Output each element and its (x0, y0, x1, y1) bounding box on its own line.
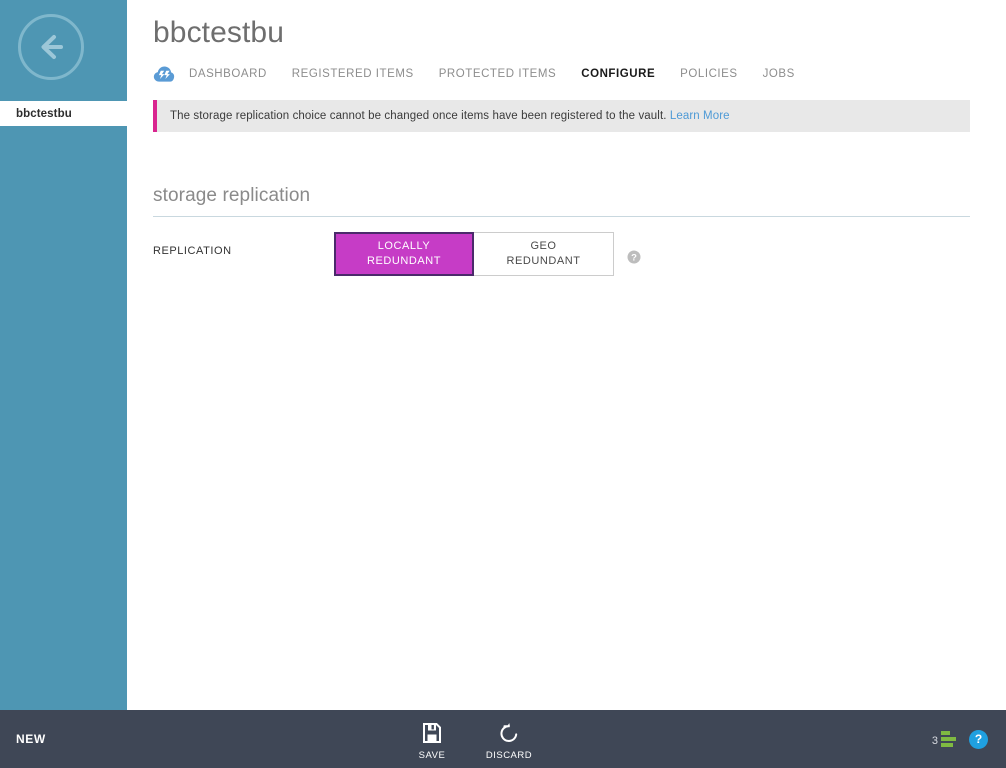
sidebar-item-label: bbctestbu (16, 107, 72, 120)
usage-count: 3 (931, 735, 938, 747)
tab-jobs[interactable]: JOBS (763, 68, 795, 80)
main-content: bbctestbu DASHBOARD REGISTERED ITEMS PRO… (127, 0, 1006, 710)
replication-option-line2: REDUNDANT (366, 255, 441, 267)
replication-field-label: REPLICATION (153, 245, 232, 257)
replication-option-line2: REDUNDANT (506, 255, 581, 267)
help-question-icon: ? (974, 732, 983, 746)
bottom-command-bar: NEW SAVE DISCARD 3 ? (0, 710, 1006, 768)
usage-indicator[interactable]: 3 (932, 731, 956, 747)
new-button-label: NEW (16, 732, 46, 746)
save-button[interactable]: SAVE (398, 722, 466, 761)
replication-option-locally-redundant[interactable]: LOCALLY REDUNDANT (334, 232, 474, 276)
sidebar-item-bbctestbu[interactable]: bbctestbu (0, 101, 127, 126)
help-question-icon[interactable]: ? (627, 250, 641, 264)
replication-option-line1: GEO (530, 240, 557, 252)
notification-message: The storage replication choice cannot be… (157, 110, 730, 122)
new-button[interactable]: NEW (6, 710, 56, 768)
tab-registered-items[interactable]: REGISTERED ITEMS (292, 68, 414, 80)
replication-option-geo-redundant[interactable]: GEO REDUNDANT (474, 232, 614, 276)
svg-text:?: ? (631, 253, 637, 264)
usage-bars-icon (941, 731, 956, 747)
azure-portal-page: bbctestbu bbctestbu DASHBOARD REGISTERED… (0, 0, 1006, 768)
left-sidebar: bbctestbu (0, 0, 127, 710)
replication-option-line1: LOCALLY (377, 240, 431, 252)
back-arrow-icon[interactable] (18, 14, 84, 80)
section-divider (153, 216, 970, 217)
save-button-label: SAVE (418, 750, 446, 761)
learn-more-link[interactable]: Learn More (670, 110, 730, 122)
discard-button[interactable]: DISCARD (475, 722, 543, 761)
notification-bar: The storage replication choice cannot be… (153, 100, 970, 132)
replication-toggle-group: LOCALLY REDUNDANT GEO REDUNDANT (334, 232, 614, 276)
help-button[interactable]: ? (969, 729, 988, 749)
backup-vault-cloud-icon (153, 66, 175, 82)
section-title: storage replication (153, 185, 311, 206)
discard-undo-icon (500, 723, 518, 742)
tab-protected-items[interactable]: PROTECTED ITEMS (439, 68, 557, 80)
discard-button-label: DISCARD (485, 750, 533, 761)
page-title: bbctestbu (153, 16, 284, 49)
tab-bar: DASHBOARD REGISTERED ITEMS PROTECTED ITE… (153, 63, 820, 85)
tab-dashboard[interactable]: DASHBOARD (189, 68, 267, 80)
tab-configure[interactable]: CONFIGURE (581, 68, 655, 80)
notification-message-text: The storage replication choice cannot be… (170, 110, 667, 122)
tab-policies[interactable]: POLICIES (680, 68, 737, 80)
save-floppy-icon (423, 723, 441, 743)
status-group: 3 ? (932, 710, 988, 768)
